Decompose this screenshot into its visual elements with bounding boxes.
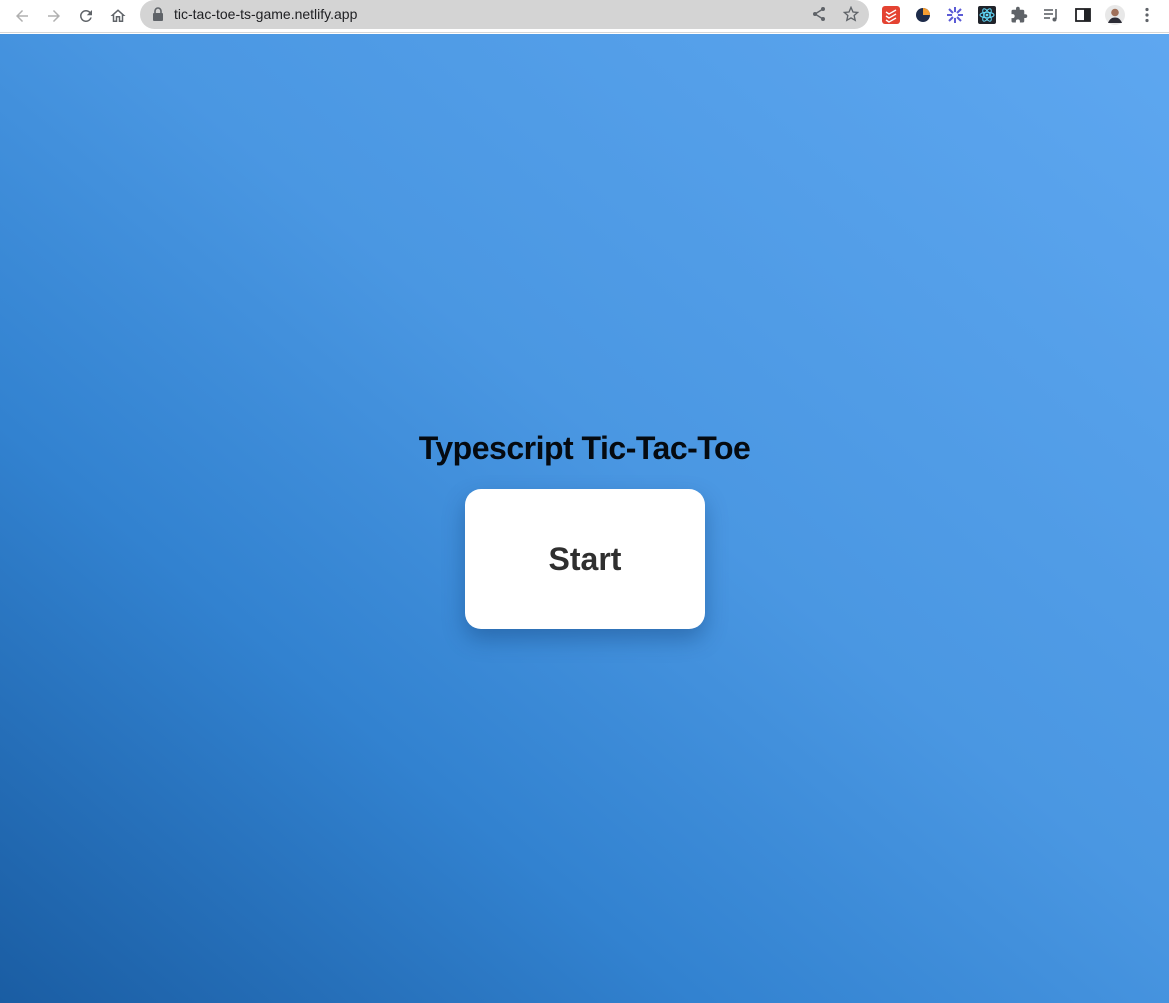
home-icon xyxy=(110,9,126,22)
home-button[interactable] xyxy=(105,3,131,29)
todoist-extension-icon[interactable] xyxy=(881,5,901,25)
side-panel-icon[interactable] xyxy=(1073,5,1093,25)
kebab-menu-icon[interactable] xyxy=(1137,5,1157,25)
start-button[interactable]: Start xyxy=(465,489,705,629)
url-text: tic-tac-toe-ts-game.netlify.app xyxy=(174,6,358,22)
reading-list-icon[interactable] xyxy=(1041,5,1061,25)
back-button[interactable] xyxy=(9,3,35,29)
browser-toolbar: tic-tac-toe-ts-game.netlify.app xyxy=(0,0,1169,33)
game-page: Typescript Tic-Tac-Toe Start xyxy=(0,34,1169,1003)
react-devtools-icon[interactable] xyxy=(977,5,997,25)
arrow-left-icon xyxy=(16,10,28,22)
star-icon[interactable] xyxy=(840,3,862,25)
reload-button[interactable] xyxy=(73,3,99,29)
arrow-right-icon xyxy=(48,10,60,22)
page-title: Typescript Tic-Tac-Toe xyxy=(418,430,751,466)
gear-flower-extension-icon[interactable] xyxy=(945,5,965,25)
share-icon[interactable] xyxy=(808,3,830,25)
extension-round-icon[interactable] xyxy=(913,5,933,25)
forward-button[interactable] xyxy=(41,3,67,29)
lock-icon xyxy=(152,7,164,26)
puzzle-icon[interactable] xyxy=(1009,5,1029,25)
address-bar[interactable]: tic-tac-toe-ts-game.netlify.app xyxy=(140,0,869,29)
reload-icon xyxy=(79,9,92,22)
profile-avatar[interactable] xyxy=(1105,5,1125,25)
